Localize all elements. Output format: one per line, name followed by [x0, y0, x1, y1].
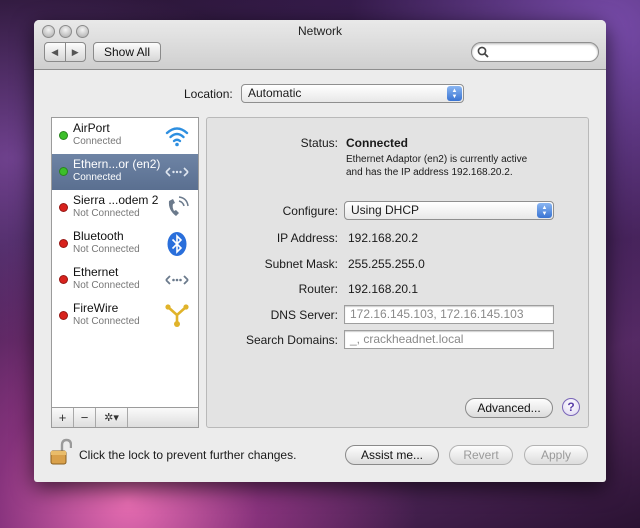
subnet-mask-label: Subnet Mask: — [264, 257, 338, 271]
configure-value: Using DHCP — [351, 203, 420, 217]
service-list-controls: + − ✲▾ — [51, 408, 199, 428]
service-name: FireWire — [73, 301, 119, 315]
router-label: Router: — [298, 282, 338, 296]
service-item-ethernet-adaptor-en2[interactable]: Ethern...or (en2) Connected — [52, 154, 198, 190]
wifi-icon — [165, 127, 189, 147]
network-preferences-window: Network ◀ ▶ Show All Location: Automatic… — [34, 20, 606, 482]
service-item-sierra-modem[interactable]: Sierra ...odem 2 Not Connected — [52, 190, 198, 226]
status-dot-green — [59, 167, 68, 176]
location-popup[interactable]: Automatic ▲ ▼ — [241, 84, 464, 103]
service-name: Ethernet — [73, 265, 119, 279]
service-item-bluetooth[interactable]: Bluetooth Not Connected — [52, 226, 198, 262]
apply-button[interactable]: Apply — [524, 445, 588, 465]
search-icon — [477, 46, 489, 58]
assist-me-button[interactable]: Assist me... — [345, 445, 439, 465]
status-value: Connected — [346, 136, 409, 150]
back-button[interactable]: ◀ — [45, 43, 65, 61]
service-name: AirPort — [73, 121, 110, 135]
bluetooth-icon — [167, 232, 187, 256]
updown-arrows-icon: ▲ ▼ — [447, 86, 462, 101]
service-status: Not Connected — [73, 316, 140, 327]
updown-arrows-icon: ▲ ▼ — [537, 203, 552, 218]
status-dot-green — [59, 131, 68, 140]
status-dot-red — [59, 203, 68, 212]
status-description-line-1: Ethernet Adaptor (en2) is currently acti… — [346, 154, 528, 165]
ip-address-value: 192.168.20.2 — [348, 231, 419, 245]
lock-instructions: Click the lock to prevent further change… — [79, 448, 297, 462]
configure-label: Configure: — [282, 204, 338, 218]
service-item-firewire[interactable]: FireWire Not Connected — [52, 298, 198, 334]
action-gear-button[interactable]: ✲▾ — [96, 408, 128, 427]
service-status: Connected — [73, 172, 122, 183]
revert-button[interactable]: Revert — [449, 445, 513, 465]
search-domains-field[interactable]: _, crackheadnet.local — [344, 330, 554, 349]
add-service-button[interactable]: + — [52, 408, 74, 427]
search-field[interactable] — [471, 42, 599, 62]
forward-button[interactable]: ▶ — [64, 43, 86, 61]
back-forward-control: ◀ ▶ — [44, 42, 86, 62]
service-item-ethernet[interactable]: Ethernet Not Connected — [52, 262, 198, 298]
ip-address-label: IP Address: — [276, 231, 338, 245]
service-name: Sierra ...odem 2 — [73, 193, 159, 207]
status-dot-red — [59, 239, 68, 248]
ethernet-arrows-icon — [165, 167, 189, 177]
advanced-button[interactable]: Advanced... — [465, 398, 553, 418]
remove-service-button[interactable]: − — [74, 408, 96, 427]
show-all-button[interactable]: Show All — [93, 42, 161, 62]
title-toolbar: Network ◀ ▶ Show All — [34, 20, 606, 70]
status-dot-red — [59, 311, 68, 320]
ethernet-icon — [165, 275, 189, 285]
service-list: AirPort Connected Ethern...or (en2) Conn… — [51, 117, 199, 408]
service-status: Connected — [73, 136, 122, 147]
help-button[interactable]: ? — [562, 398, 580, 416]
service-detail-panel: Status: Connected Ethernet Adaptor (en2)… — [206, 117, 589, 428]
location-label: Location: — [184, 87, 233, 101]
dns-server-label: DNS Server: — [270, 308, 338, 322]
dns-server-field[interactable]: 172.16.145.103, 172.16.145.103 — [344, 305, 554, 324]
service-status: Not Connected — [73, 280, 140, 291]
service-status: Not Connected — [73, 208, 140, 219]
router-value: 192.168.20.1 — [348, 282, 419, 296]
service-name: Bluetooth — [73, 229, 124, 243]
search-domains-label: Search Domains: — [245, 333, 338, 347]
phone-icon — [168, 196, 189, 216]
configure-popup[interactable]: Using DHCP ▲ ▼ — [344, 201, 554, 220]
status-description-line-2: and has the IP address 192.168.20.2. — [346, 167, 513, 178]
location-value: Automatic — [248, 86, 302, 100]
status-dot-red — [59, 275, 68, 284]
service-item-airport[interactable]: AirPort Connected — [52, 118, 198, 154]
subnet-mask-value: 255.255.255.0 — [348, 257, 425, 271]
firewire-icon — [165, 304, 189, 327]
service-status: Not Connected — [73, 244, 140, 255]
window-title: Network — [297, 24, 342, 38]
service-name: Ethern...or (en2) — [73, 157, 161, 171]
lock-open-icon[interactable] — [50, 438, 72, 466]
status-label: Status: — [300, 136, 338, 150]
